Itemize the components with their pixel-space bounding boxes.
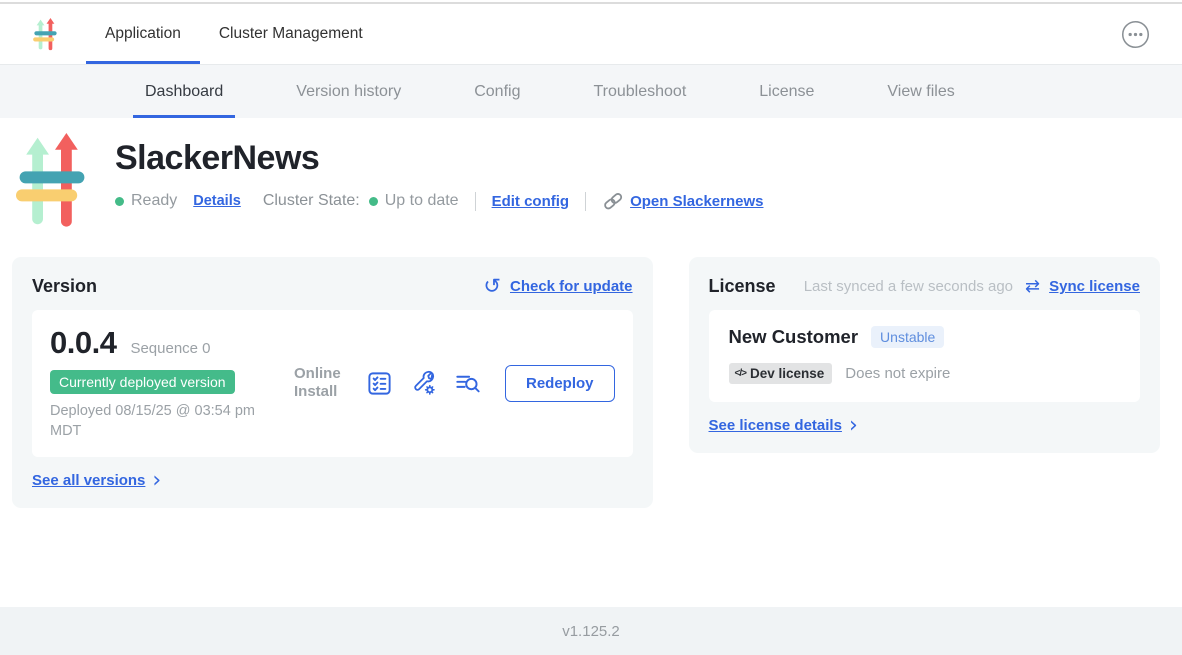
divider: [585, 192, 586, 211]
console-version-label: v1.125.2: [562, 623, 620, 640]
tab-dashboard[interactable]: Dashboard: [133, 65, 235, 118]
version-card-title: Version: [32, 276, 97, 297]
tab-config[interactable]: Config: [462, 65, 532, 118]
tab-config-label: Config: [474, 83, 520, 101]
app-sub-navbar: Dashboard Version history Config Trouble…: [0, 64, 1182, 118]
tab-version-history[interactable]: Version history: [284, 65, 413, 118]
install-type-label: Online Install: [294, 365, 349, 401]
slackernews-logo-icon: [33, 18, 58, 51]
license-expiry: Does not expire: [845, 365, 950, 382]
license-card: License Last synced a few seconds ago ⇄ …: [689, 257, 1160, 453]
top-nav-tabs: Application Cluster Management: [86, 4, 382, 64]
license-type-label: Dev license: [750, 366, 824, 381]
sync-license-link: Sync license: [1049, 278, 1140, 295]
chain-link-icon: [602, 191, 624, 211]
app-status-row: Ready Details Cluster State: Up to date …: [115, 191, 763, 211]
details-link[interactable]: Details: [193, 193, 241, 209]
deployed-badge: Currently deployed version: [50, 370, 235, 394]
check-for-update[interactable]: ↺ Check for update: [483, 276, 632, 297]
customer-name: New Customer: [729, 326, 859, 348]
tab-troubleshoot[interactable]: Troubleshoot: [581, 65, 698, 118]
cluster-state-value: Up to date: [385, 192, 459, 210]
page-title: SlackerNews: [115, 139, 763, 178]
version-number: 0.0.4: [50, 325, 116, 361]
see-all-versions[interactable]: See all versions ›: [32, 472, 633, 490]
current-version-panel: 0.0.4 Sequence 0 Currently deployed vers…: [32, 310, 633, 457]
version-card: Version ↺ Check for update 0.0.4 Sequenc…: [12, 257, 653, 508]
sync-license[interactable]: ⇄ Sync license: [1025, 278, 1140, 296]
edit-config-link[interactable]: Edit config: [492, 193, 570, 210]
top-nav-spacer: [382, 4, 1121, 64]
divider: [475, 192, 476, 211]
tab-license[interactable]: License: [747, 65, 826, 118]
deployed-timestamp: Deployed 08/15/25 @ 03:54 pm MDT: [50, 402, 282, 441]
tab-troubleshoot-label: Troubleshoot: [593, 83, 686, 101]
tab-cluster-management[interactable]: Cluster Management: [200, 4, 382, 64]
dashboard-main: SlackerNews Ready Details Cluster State:…: [0, 118, 1182, 607]
app-status-dot: [115, 197, 124, 206]
console-footer: v1.125.2: [0, 607, 1182, 655]
app-header: SlackerNews Ready Details Cluster State:…: [0, 118, 1182, 229]
tab-application[interactable]: Application: [86, 4, 200, 64]
tab-version-history-label: Version history: [296, 83, 401, 101]
top-navbar: Application Cluster Management: [0, 4, 1182, 64]
sync-icon: ⇄: [1025, 278, 1040, 296]
tab-view-files[interactable]: View files: [875, 65, 966, 118]
ellipsis-icon: [1121, 20, 1150, 49]
last-synced-label: Last synced a few seconds ago: [804, 278, 1013, 295]
overflow-menu-button[interactable]: [1121, 4, 1150, 64]
chevron-right-icon: ›: [152, 472, 161, 490]
license-details-panel: New Customer Unstable </> Dev license Do…: [709, 310, 1140, 402]
cluster-state-dot: [369, 197, 378, 206]
refresh-icon: ↺: [483, 276, 501, 297]
tab-application-label: Application: [105, 25, 181, 43]
see-license-details-link: See license details: [709, 417, 842, 434]
slackernews-logo-large: [16, 133, 88, 229]
dashboard-cards: Version ↺ Check for update 0.0.4 Sequenc…: [12, 257, 1160, 508]
open-app-link-wrap[interactable]: Open Slackernews: [602, 191, 763, 211]
tab-cluster-management-label: Cluster Management: [219, 25, 363, 43]
open-app-link: Open Slackernews: [630, 193, 763, 210]
chevron-right-icon: ›: [849, 417, 858, 435]
view-logs-icon[interactable]: [454, 370, 482, 397]
cluster-state-label: Cluster State:: [263, 192, 360, 210]
tab-dashboard-label: Dashboard: [145, 83, 223, 101]
check-for-update-link: Check for update: [510, 278, 633, 295]
app-logo-small: [33, 4, 58, 64]
redeploy-button[interactable]: Redeploy: [505, 365, 615, 402]
see-all-versions-link: See all versions: [32, 472, 145, 489]
license-type-badge: </> Dev license: [729, 363, 833, 384]
sequence-label: Sequence 0: [130, 340, 210, 357]
preflight-checks-icon[interactable]: [366, 370, 393, 397]
tab-view-files-label: View files: [887, 83, 954, 101]
config-wrench-icon[interactable]: [410, 370, 437, 397]
tab-license-label: License: [759, 83, 814, 101]
app-status-label: Ready: [131, 192, 177, 210]
channel-badge: Unstable: [871, 326, 944, 348]
see-license-details[interactable]: See license details ›: [709, 417, 1140, 435]
license-card-title: License: [709, 276, 776, 297]
code-icon: </>: [735, 368, 746, 379]
